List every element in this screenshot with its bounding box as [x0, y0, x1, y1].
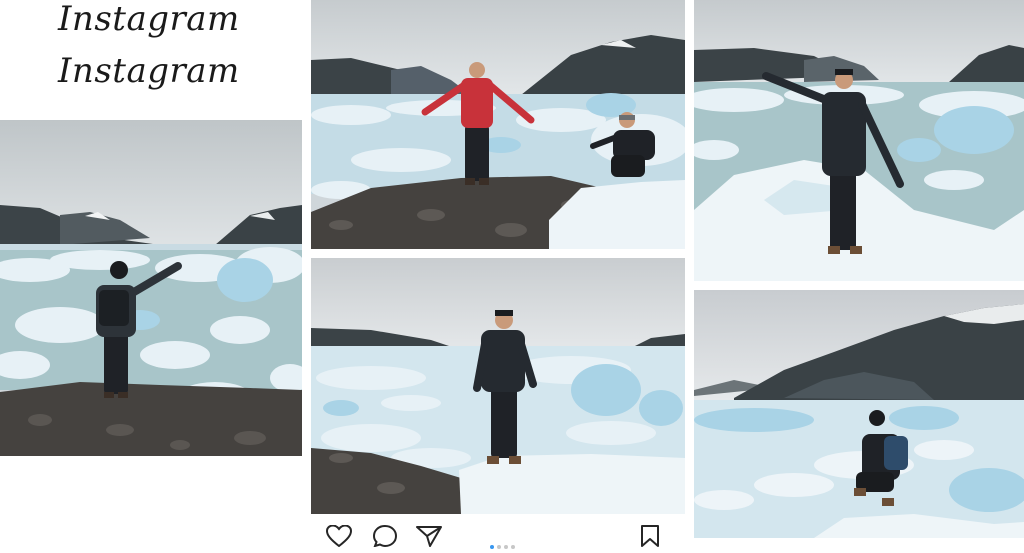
- comment-icon[interactable]: [372, 525, 398, 547]
- carousel-dot-active: [490, 545, 494, 549]
- heart-icon[interactable]: [326, 525, 352, 547]
- bookmark-icon[interactable]: [640, 525, 660, 547]
- carousel-dot: [497, 545, 501, 549]
- top-center-glacier-photo: [311, 0, 685, 249]
- carousel-dot: [504, 545, 508, 549]
- middle-center-glacier-photo: [311, 258, 685, 514]
- carousel-indicator: [490, 534, 518, 553]
- carousel-dot: [511, 545, 515, 549]
- bottom-right-glacier-photo: [694, 290, 1024, 538]
- top-right-glacier-photo: [694, 0, 1024, 281]
- left-glacier-photo: [0, 120, 302, 456]
- instagram-logo-text: Instagram: [58, 0, 240, 39]
- instagram-logo-text-repeat: Instagram: [58, 51, 240, 91]
- share-icon[interactable]: [416, 525, 442, 547]
- post-action-bar: [320, 522, 680, 549]
